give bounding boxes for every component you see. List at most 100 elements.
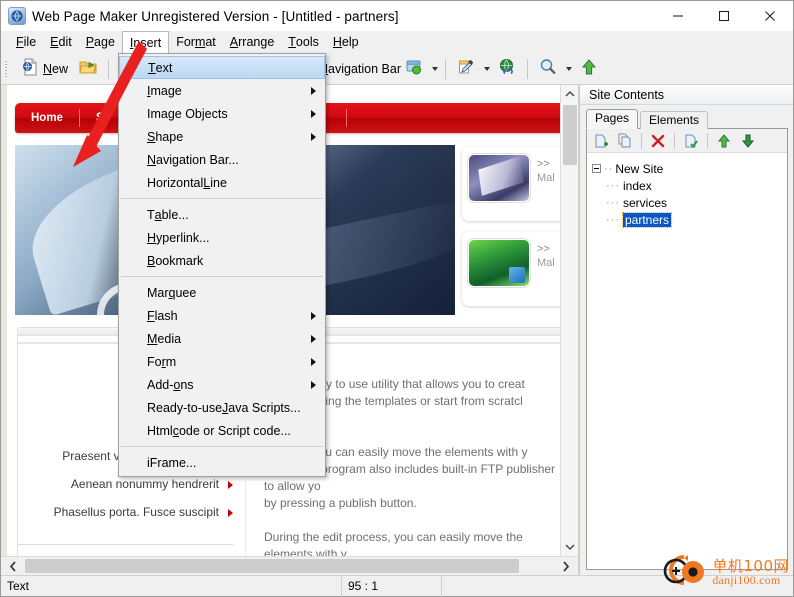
hscroll-thumb[interactable] [25,559,519,573]
card-subtitle: Mal [537,257,555,269]
maximize-button[interactable] [701,1,747,31]
preview-button[interactable] [533,56,563,82]
menu-item-add-ons[interactable]: Add-o ns [119,373,325,396]
canvas-vertical-scrollbar[interactable] [560,85,578,556]
menu-item-horizontal-line[interactable]: Horizontal Line [119,171,325,194]
duplicate-page-icon[interactable] [615,131,635,151]
page-properties-icon[interactable] [681,131,701,151]
tree-item-label: services [623,195,668,210]
nav-link-home[interactable]: Home [15,109,80,127]
menu-item-media[interactable]: Media [119,327,325,350]
menu-item-java-scripts[interactable]: Ready-to-use Java Scripts... [119,396,325,419]
menu-separator [121,276,323,277]
menu-item-flash[interactable]: Flash [119,304,325,327]
minimize-button[interactable] [655,1,701,31]
tree-item-label: index [623,178,652,193]
hscroll-track[interactable] [25,557,554,575]
toolbar-separator-3 [527,58,529,79]
menu-edit[interactable]: Edit [43,31,79,53]
title-bar: Web Page Maker Unregistered Version - [U… [1,1,793,31]
menu-item-image[interactable]: Image [119,79,325,102]
new-page-button[interactable]: New [15,56,73,82]
card-subtitle: Mal [537,172,555,184]
menu-item-text[interactable]: Text [119,56,325,79]
list-item[interactable]: Phasellus porta. Fusce suscipit [18,498,233,526]
menu-item-navigation-bar[interactable]: Navigation Bar... [119,148,325,171]
application-window: Web Page Maker Unregistered Version - [U… [0,0,794,597]
preview-magnifier-icon [538,57,558,80]
toolbar-separator [108,58,110,79]
navigation-bar-dropdown-icon[interactable] [429,57,440,81]
tree-root-node[interactable]: ·· New Site [592,160,787,177]
vscroll-track[interactable] [561,103,579,538]
menu-file[interactable]: FFileile [9,31,43,53]
window-controls [655,1,793,31]
tab-elements[interactable]: Elements [640,111,709,129]
menu-item-shape[interactable]: Shape [119,125,325,148]
tree-item[interactable]: ··· index [592,177,787,194]
move-up-icon[interactable] [714,131,734,151]
menu-format[interactable]: For m at [169,31,223,53]
close-button[interactable] [747,1,793,31]
nav-link-services[interactable]: S [80,109,121,127]
insert-dropdown-menu: Text Image Image Objects Shape Navigatio… [118,53,326,477]
submenu-arrow-icon [311,311,316,320]
vscroll-thumb[interactable] [562,105,577,165]
menu-item-bookmark[interactable]: Bookmark [119,249,325,272]
toolbar-grip[interactable] [5,59,12,79]
menu-item-hyperlink[interactable]: Hyperlink... [119,226,325,249]
scroll-up-icon[interactable] [561,85,579,103]
scroll-down-icon[interactable] [561,538,579,556]
tree-item-selected[interactable]: ··· partners [592,211,787,228]
tree-root-label: New Site [615,161,664,176]
tab-pages[interactable]: Pages [586,109,639,129]
link-button[interactable] [492,56,522,82]
edit-dropdown-icon[interactable] [481,57,492,81]
submenu-arrow-icon [311,334,316,343]
menu-item-html-code[interactable]: Html c ode or Script code... [119,419,325,442]
submenu-arrow-icon [311,109,316,118]
new-page-icon[interactable] [591,131,611,151]
menu-insert[interactable]: Insert [121,31,170,54]
menu-item-marquee[interactable]: Mar q uee [119,281,325,304]
tree-item[interactable]: ··· services [592,194,787,211]
tree-connector: ··· [606,213,620,226]
menu-tools[interactable]: Tools [281,31,326,53]
paragraph: During the edit process, you can easily … [264,530,523,556]
feature-card[interactable]: >> Mal [462,232,560,306]
pages-tree-pane: ·· New Site ··· index ··· services ··· p… [586,129,788,570]
open-file-button[interactable] [73,56,103,82]
card-thumbnail [468,154,530,202]
navigation-bar-button[interactable]: Navigation Bar [314,56,429,82]
menu-help[interactable]: Help [326,31,366,53]
tree-item-label: partners [621,211,673,228]
preview-dropdown-icon[interactable] [563,57,574,81]
move-down-icon[interactable] [738,131,758,151]
feature-card[interactable]: >> Mal [462,147,560,221]
pages-tree: ·· New Site ··· index ··· services ··· p… [587,153,787,228]
menu-item-image-objects[interactable]: Image Objects [119,102,325,125]
scroll-left-icon[interactable] [1,557,25,575]
submenu-arrow-icon [311,357,316,366]
menu-separator [121,198,323,199]
list-divider [18,544,233,545]
status-extra [441,575,793,597]
menu-arrange[interactable]: Arrange [223,31,281,53]
app-globe-icon [8,7,26,25]
scroll-right-icon[interactable] [554,557,578,575]
publish-upload-icon [579,57,599,80]
edit-button[interactable] [451,56,481,82]
menu-item-form[interactable]: Fo r m [119,350,325,373]
menu-item-table[interactable]: Ta ble... [119,203,325,226]
site-contents-title: Site Contents [580,85,793,105]
card-column: >> Mal >> Mal [462,147,560,317]
menu-page[interactable]: Page [79,31,122,53]
status-mode: Text [7,579,30,593]
collapse-icon[interactable] [592,164,601,173]
tree-connector: ··· [606,196,620,209]
delete-page-icon[interactable] [648,131,668,151]
navigation-bar-icon [404,57,424,80]
canvas-horizontal-scrollbar[interactable] [1,556,578,575]
publish-button[interactable] [574,56,604,82]
menu-item-iframe[interactable]: iFrame... [119,451,325,474]
